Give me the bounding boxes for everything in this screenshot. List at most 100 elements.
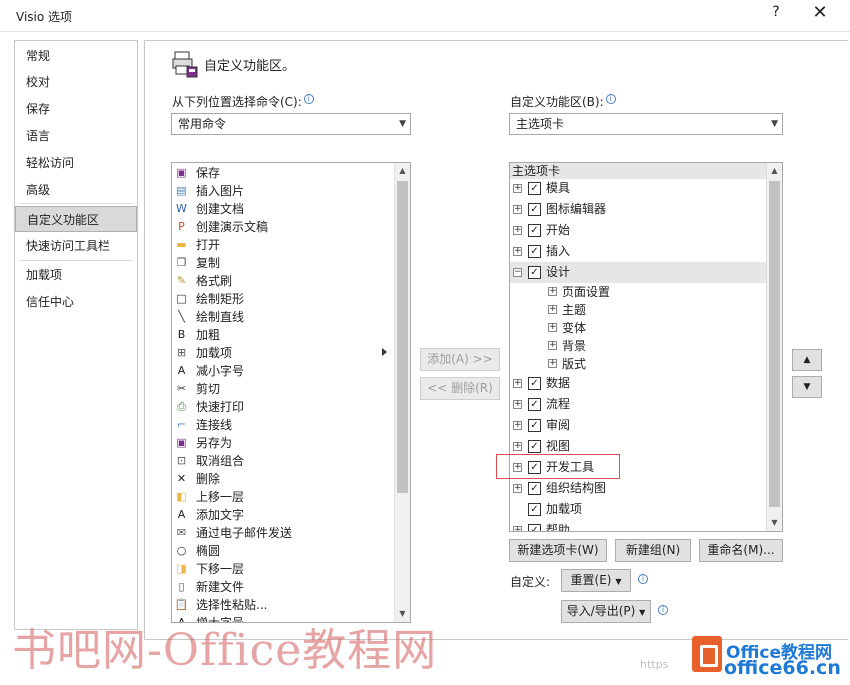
help-button[interactable]: ? xyxy=(766,4,786,26)
tree-group-item[interactable]: + 背景 xyxy=(510,337,766,355)
command-item[interactable]: ▣ 保存 xyxy=(172,164,392,182)
new-tab-button[interactable]: 新建选项卡(W) xyxy=(509,539,607,562)
close-button[interactable]: ✕ xyxy=(808,2,832,28)
tree-tab-item[interactable]: + ✓ 流程 xyxy=(510,394,766,415)
ribbon-tree-scrollbar[interactable]: ▲ ▼ xyxy=(766,163,782,531)
scroll-up-icon[interactable]: ▲ xyxy=(395,163,410,179)
tree-tab-item[interactable]: + ✓ 模具 xyxy=(510,178,766,199)
tree-tab-item[interactable]: + ✓ 图标编辑器 xyxy=(510,199,766,220)
tree-group-item[interactable]: + 主题 xyxy=(510,301,766,319)
tree-tab-item[interactable]: + ✓ 插入 xyxy=(510,241,766,262)
checkbox[interactable]: ✓ xyxy=(528,377,541,390)
choose-commands-dropdown[interactable]: 常用命令 ▼ xyxy=(171,113,411,135)
checkbox[interactable]: ✓ xyxy=(528,224,541,237)
command-item[interactable]: □ 绘制矩形 xyxy=(172,290,392,308)
nav-item-proofing[interactable]: 校对 xyxy=(15,69,137,95)
expand-icon[interactable]: + xyxy=(548,287,557,296)
rename-button[interactable]: 重命名(M)... xyxy=(699,539,783,562)
nav-item-language[interactable]: 语言 xyxy=(15,123,137,149)
nav-item-trust-center[interactable]: 信任中心 xyxy=(15,289,137,315)
add-button[interactable]: 添加(A) >> xyxy=(420,348,500,371)
move-down-button[interactable]: ▼ xyxy=(792,376,822,398)
nav-item-customize-ribbon[interactable]: 自定义功能区 xyxy=(15,206,137,232)
command-item[interactable]: A 减小字号 xyxy=(172,362,392,380)
scroll-up-icon[interactable]: ▲ xyxy=(767,163,782,179)
expand-icon[interactable]: + xyxy=(513,184,522,193)
command-item[interactable]: ✉ 通过电子邮件发送 xyxy=(172,524,392,542)
command-item[interactable]: ▤ 插入图片 xyxy=(172,182,392,200)
command-item[interactable]: A 添加文字 xyxy=(172,506,392,524)
tree-tab-item[interactable]: + ✓ 组织结构图 xyxy=(510,478,766,499)
expand-icon[interactable]: + xyxy=(513,421,522,430)
new-group-button[interactable]: 新建组(N) xyxy=(615,539,691,562)
scroll-thumb[interactable] xyxy=(397,181,408,493)
commands-scrollbar[interactable]: ▲ ▼ xyxy=(394,163,410,622)
remove-button[interactable]: << 删除(R) xyxy=(420,377,500,400)
expand-icon[interactable]: + xyxy=(513,484,522,493)
nav-item-accessibility[interactable]: 轻松访问 xyxy=(15,150,137,176)
tree-group-item[interactable]: + 变体 xyxy=(510,319,766,337)
nav-item-addins[interactable]: 加载项 xyxy=(15,262,137,288)
tree-tab-item[interactable]: + ✓ 帮助 xyxy=(510,520,766,531)
command-item[interactable]: ⌐ 连接线 xyxy=(172,416,392,434)
command-item[interactable]: 📋 选择性粘贴... xyxy=(172,596,392,614)
expand-icon[interactable]: + xyxy=(548,359,557,368)
command-item[interactable]: ▣ 另存为 xyxy=(172,434,392,452)
checkbox[interactable]: ✓ xyxy=(528,182,541,195)
move-up-button[interactable]: ▲ xyxy=(792,349,822,371)
command-item[interactable]: ▯ 新建文件 xyxy=(172,578,392,596)
command-item[interactable]: ⊡ 取消组合 xyxy=(172,452,392,470)
checkbox[interactable]: ✓ xyxy=(528,266,541,279)
command-item[interactable]: B 加粗 xyxy=(172,326,392,344)
expand-icon[interactable]: + xyxy=(548,323,557,332)
scroll-down-icon[interactable]: ▼ xyxy=(767,515,782,531)
tree-group-item[interactable]: + 版式 xyxy=(510,355,766,373)
tree-group-item[interactable]: + 页面设置 xyxy=(510,283,766,301)
command-item[interactable]: ❐ 复制 xyxy=(172,254,392,272)
expand-icon[interactable]: + xyxy=(513,226,522,235)
checkbox[interactable]: ✓ xyxy=(528,524,541,531)
expand-icon[interactable]: + xyxy=(513,379,522,388)
command-item[interactable]: ◨ 下移一层 xyxy=(172,560,392,578)
tree-tab-item[interactable]: − ✓ 设计 xyxy=(510,262,766,283)
scroll-thumb[interactable] xyxy=(769,181,780,507)
commands-list[interactable]: ▣ 保存 ▤ 插入图片 W 创建文档 P 创建演示文稿 ▬ 打开 ❐ 复制 ✎ 格式刷 □ 绘制矩形 ╲ 绘制直线… xyxy=(171,162,411,623)
expand-icon[interactable]: + xyxy=(513,400,522,409)
nav-item-general[interactable]: 常规 xyxy=(15,43,137,69)
command-item[interactable]: ╲ 绘制直线 xyxy=(172,308,392,326)
command-item[interactable]: ⊞ 加载项 xyxy=(172,344,392,362)
expand-icon[interactable]: + xyxy=(513,442,522,451)
tree-tab-item[interactable]: + ✓ 数据 xyxy=(510,373,766,394)
command-item[interactable]: P 创建演示文稿 xyxy=(172,218,392,236)
checkbox[interactable]: ✓ xyxy=(528,440,541,453)
expand-icon[interactable]: + xyxy=(513,526,522,531)
command-item[interactable]: ✕ 删除 xyxy=(172,470,392,488)
checkbox[interactable]: ✓ xyxy=(528,203,541,216)
expand-icon[interactable]: + xyxy=(513,247,522,256)
expand-icon[interactable]: + xyxy=(548,341,557,350)
checkbox[interactable]: ✓ xyxy=(528,398,541,411)
tree-tab-item[interactable]: + ✓ 审阅 xyxy=(510,415,766,436)
command-item[interactable]: W 创建文档 xyxy=(172,200,392,218)
nav-item-quick-access-toolbar[interactable]: 快速访问工具栏 xyxy=(15,233,137,259)
nav-item-advanced[interactable]: 高级 xyxy=(15,177,137,203)
command-item[interactable]: ○ 椭圆 xyxy=(172,542,392,560)
checkbox[interactable]: ✓ xyxy=(528,419,541,432)
ribbon-tabs-dropdown[interactable]: 主选项卡 ▼ xyxy=(509,113,783,135)
tree-tab-item[interactable]: + ✓ 开始 xyxy=(510,220,766,241)
reset-button[interactable]: 重置(E) ▼ xyxy=(561,569,631,592)
nav-item-save[interactable]: 保存 xyxy=(15,96,137,122)
command-item[interactable]: ▬ 打开 xyxy=(172,236,392,254)
checkbox[interactable]: ✓ xyxy=(528,503,541,516)
collapse-icon[interactable]: − xyxy=(513,268,522,277)
command-item[interactable]: ✎ 格式刷 xyxy=(172,272,392,290)
checkbox[interactable]: ✓ xyxy=(528,245,541,258)
expand-icon[interactable]: + xyxy=(548,305,557,314)
command-item[interactable]: ⎙ 快速打印 xyxy=(172,398,392,416)
expand-icon[interactable]: + xyxy=(513,205,522,214)
checkbox[interactable]: ✓ xyxy=(528,482,541,495)
command-item[interactable]: ✂ 剪切 xyxy=(172,380,392,398)
tree-tab-item[interactable]: ✓ 加载项 xyxy=(510,499,766,520)
command-item[interactable]: ◧ 上移一层 xyxy=(172,488,392,506)
import-export-button[interactable]: 导入/导出(P) ▼ xyxy=(561,600,651,623)
